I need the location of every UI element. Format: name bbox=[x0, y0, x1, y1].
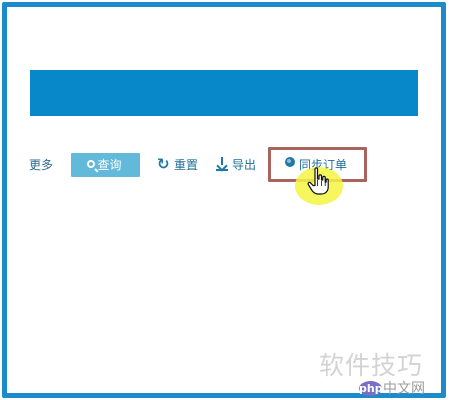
search-icon bbox=[87, 160, 95, 168]
export-button[interactable]: 导出 bbox=[232, 158, 256, 172]
refresh-icon[interactable]: ↻ bbox=[157, 157, 170, 172]
watermark-title: 软件技巧 bbox=[319, 351, 424, 380]
globe-icon[interactable] bbox=[285, 157, 295, 167]
search-button-label: 查询 bbox=[97, 158, 122, 172]
download-tray-icon bbox=[216, 169, 228, 171]
php-logo: php bbox=[359, 381, 383, 396]
reset-button[interactable]: 重置 bbox=[174, 158, 198, 172]
blue-banner bbox=[30, 70, 418, 116]
hand-cursor-icon bbox=[307, 167, 329, 195]
more-link[interactable]: 更多 bbox=[29, 158, 53, 172]
browser-frame bbox=[2, 2, 446, 398]
search-button[interactable]: 查询 bbox=[71, 153, 140, 177]
php-site-label: 中文网 bbox=[383, 381, 425, 397]
